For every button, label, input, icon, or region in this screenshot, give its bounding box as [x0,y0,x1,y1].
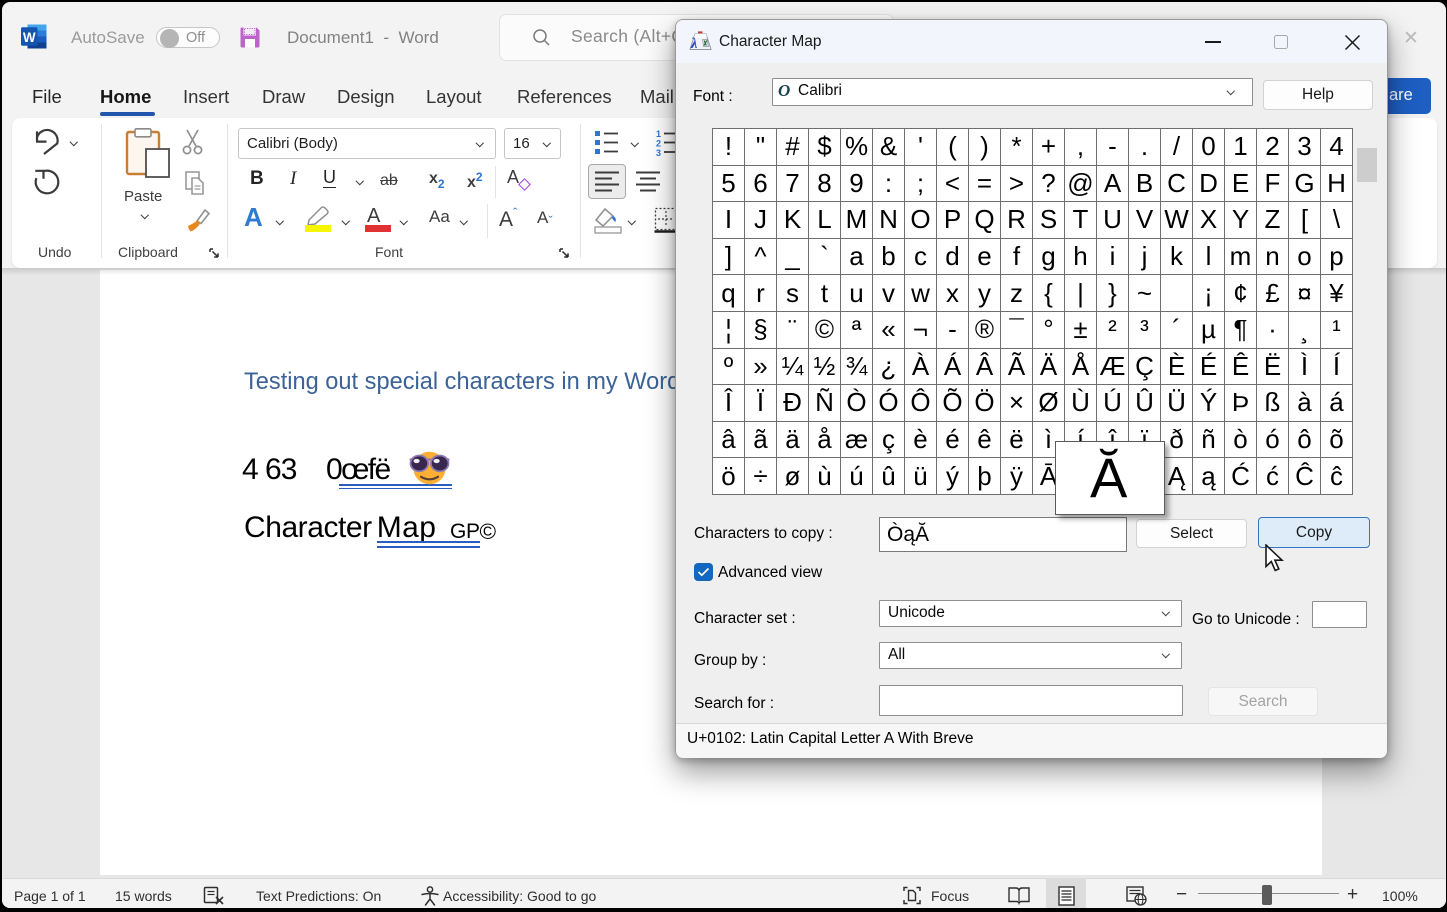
svg-text:W: W [23,30,36,45]
svg-text:λ: λ [690,36,698,52]
svg-text:1: 1 [656,129,661,139]
svg-text:2: 2 [656,139,661,149]
svg-text:3: 3 [656,148,661,156]
